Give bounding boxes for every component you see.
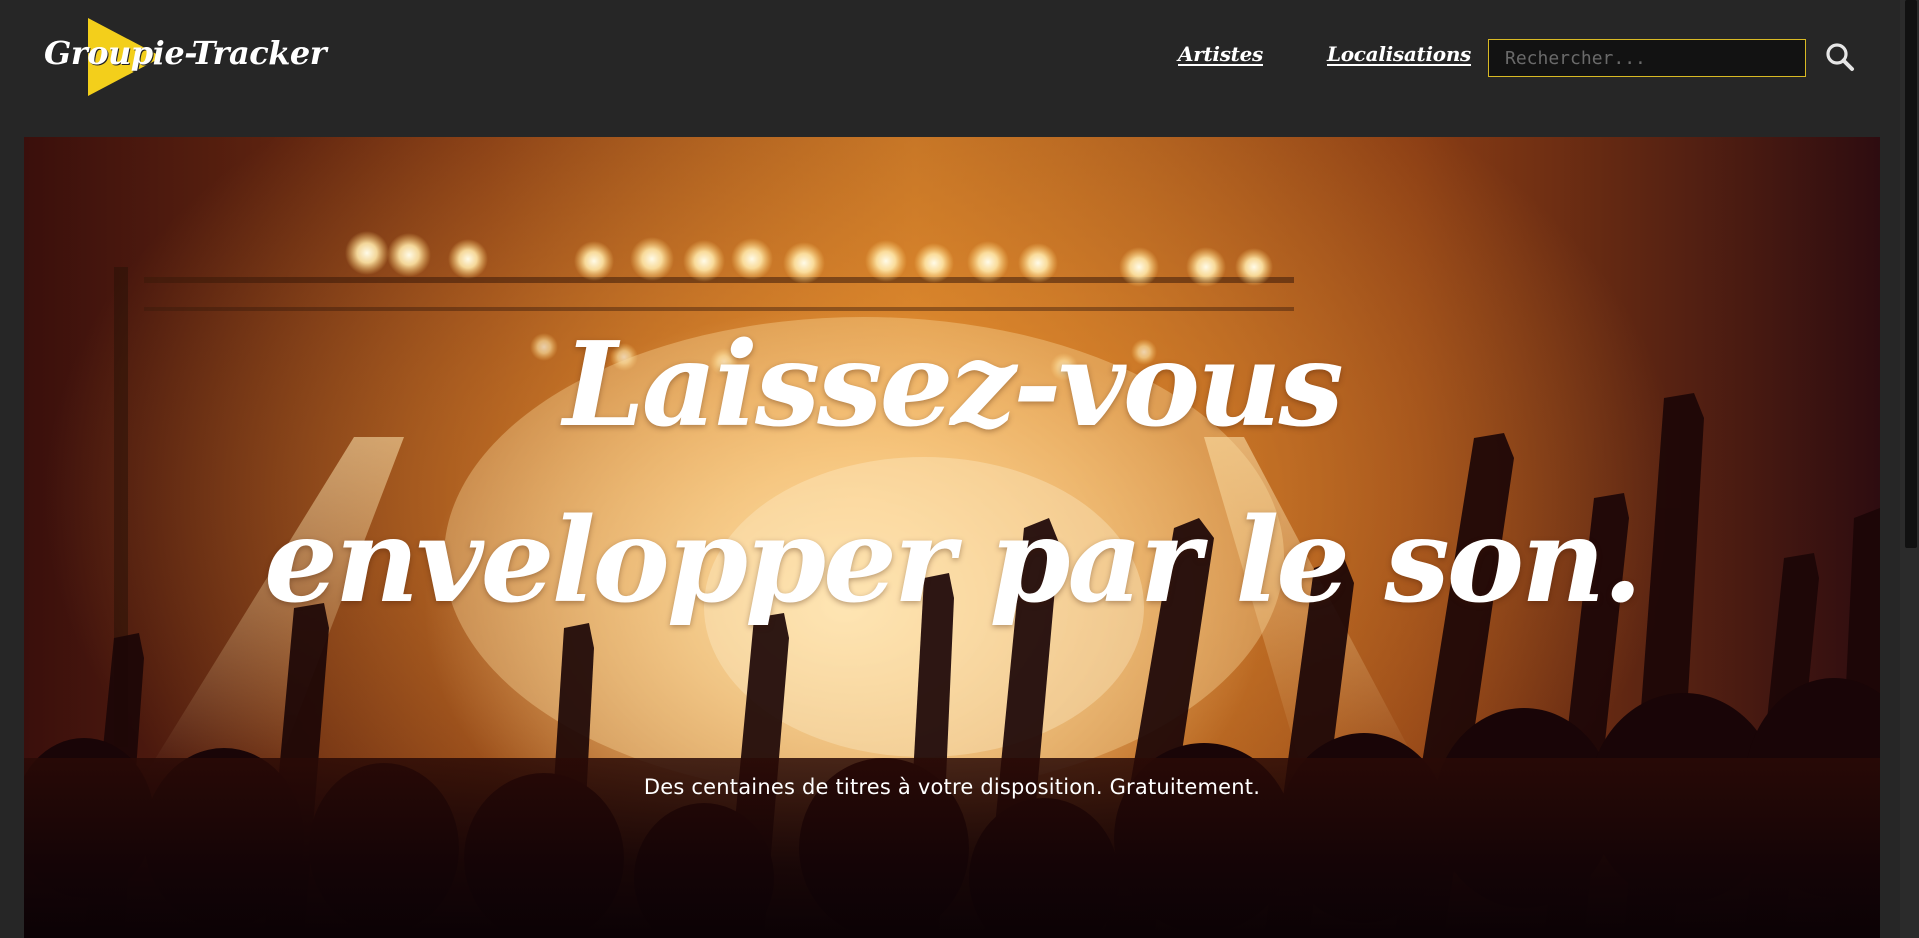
hero-banner: Laissez-vous envelopper par le son. Des … <box>24 137 1880 938</box>
main-nav: Artistes Localisations <box>1178 42 1471 66</box>
page: Groupie-Tracker Artistes Localisations R… <box>0 0 1919 938</box>
hero-subtitle: Des centaines de titres à votre disposit… <box>643 775 1261 799</box>
logo-link[interactable]: Groupie-Tracker <box>40 16 327 100</box>
scrollbar-thumb[interactable] <box>1905 0 1917 548</box>
hero-title: Laissez-vous envelopper par le son. <box>264 317 1643 629</box>
search-input[interactable] <box>1488 39 1806 77</box>
page-scrollbar[interactable] <box>1900 0 1919 938</box>
nav-link-localisations[interactable]: Localisations <box>1327 42 1471 66</box>
nav-link-artistes[interactable]: Artistes <box>1178 42 1263 66</box>
search-button[interactable] <box>1824 41 1856 73</box>
search-icon <box>1826 43 1854 71</box>
site-header: Groupie-Tracker Artistes Localisations <box>0 0 1900 136</box>
logo-text: Groupie-Tracker <box>44 34 327 72</box>
